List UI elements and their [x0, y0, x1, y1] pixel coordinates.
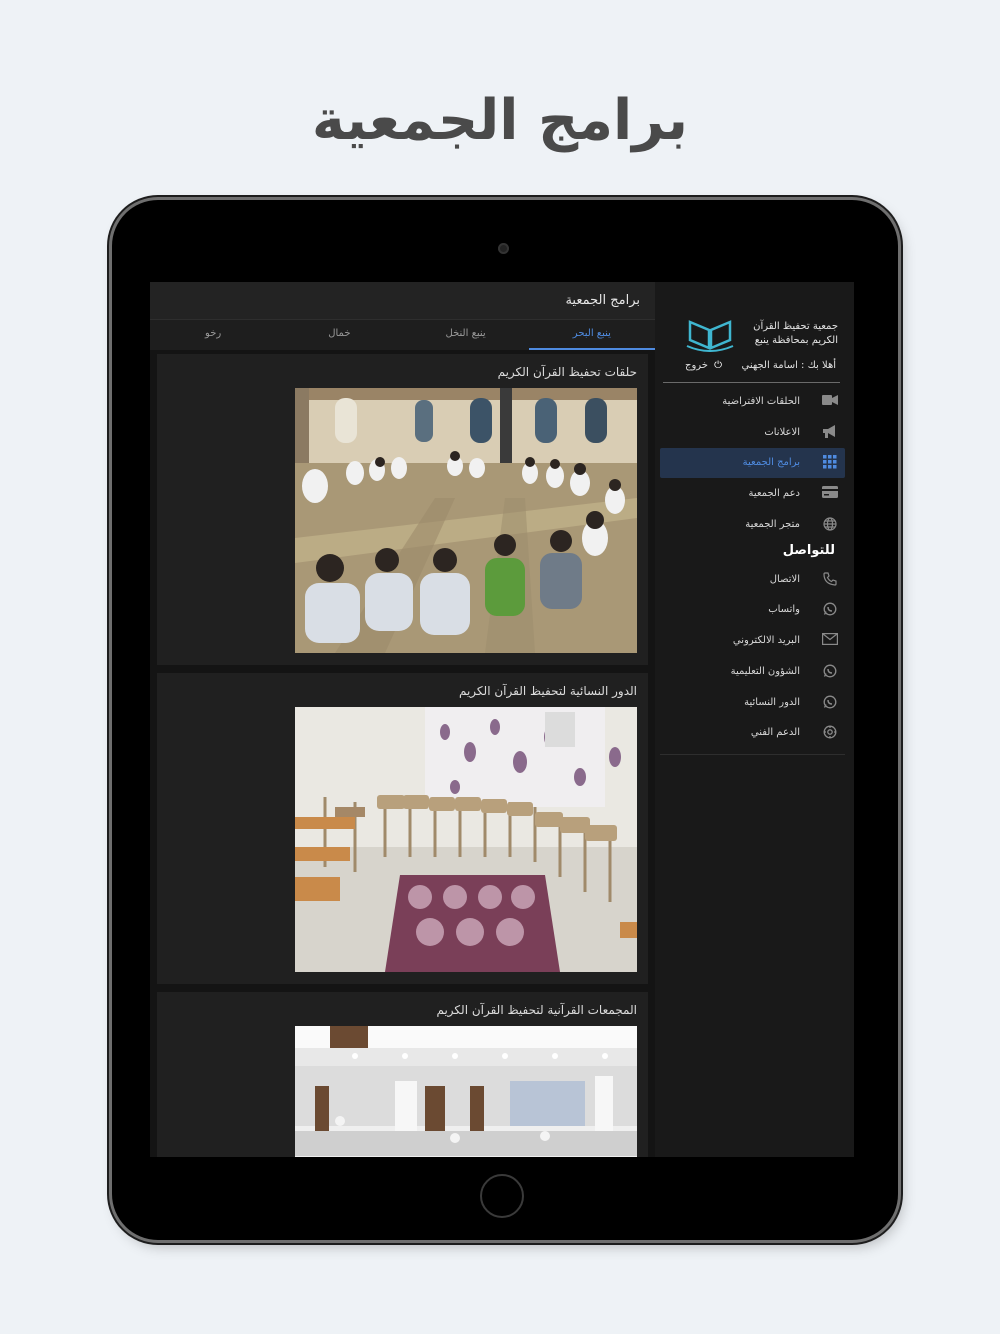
page-title: برامج الجمعية	[150, 282, 655, 320]
camera-dot	[498, 243, 509, 254]
app-screen: برامج الجمعية ينبع البحر ينبع النخل خمال…	[150, 282, 854, 1157]
sidebar-item-programs[interactable]: برامج الجمعية	[660, 448, 845, 479]
program-card[interactable]: الدور النسائية لتحفيظ القرآن الكريم	[157, 673, 648, 984]
sidebar-item-label: الدور النسائية	[744, 696, 800, 708]
megaphone-icon	[821, 424, 839, 441]
sidebar-item-label: برامج الجمعية	[742, 457, 800, 469]
tab-yanbu-bahr[interactable]: ينبع البحر	[528, 320, 655, 350]
tab-rakhw[interactable]: رخو	[150, 320, 276, 350]
globe-icon	[821, 517, 839, 533]
tab-yanbu-nakhl[interactable]: ينبع النخل	[403, 320, 529, 350]
user-row: أهلا بك : اسامة الجهني ⏻ خروج	[663, 360, 840, 383]
sidebar-item-label: البريد الالكتروني	[732, 635, 800, 647]
sidebar-item-label: الدعم الفني	[750, 727, 800, 739]
program-photo	[295, 388, 637, 653]
main-content: برامج الجمعية ينبع البحر ينبع النخل خمال…	[150, 282, 655, 1157]
program-title: المجمعات القرآنية لتحفيظ القرآن الكريم	[436, 1003, 637, 1017]
sidebar-item-label: متجر الجمعية	[745, 518, 800, 530]
phone-icon	[821, 572, 839, 588]
credit-card-icon	[821, 486, 839, 502]
sidebar-item-tech-support[interactable]: الدعم الفني	[660, 718, 845, 748]
tab-khamal[interactable]: خمال	[276, 320, 402, 350]
home-button[interactable]	[480, 1174, 524, 1218]
whatsapp-icon	[821, 602, 839, 618]
sidebar-item-label: واتساب	[768, 604, 800, 616]
program-list: حلقات تحفيظ القرآن الكريم الدور النسائية…	[150, 350, 655, 1157]
program-photo	[295, 1026, 637, 1157]
program-photo	[295, 707, 637, 972]
whatsapp-icon	[821, 664, 839, 680]
whatsapp-icon	[821, 695, 839, 711]
sidebar-item-email[interactable]: البريد الالكتروني	[660, 626, 845, 656]
program-title: حلقات تحفيظ القرآن الكريم	[497, 365, 637, 379]
sidebar-item-label: الشؤون التعليمية	[730, 665, 800, 677]
sidebar-item-call[interactable]: الاتصال	[660, 565, 845, 595]
settings-icon	[821, 725, 839, 741]
sidebar-item-announcements[interactable]: الاعلانات	[660, 418, 845, 448]
sidebar-item-education-affairs[interactable]: الشؤون التعليمية	[660, 657, 845, 687]
sidebar-item-label: الاعلانات	[764, 426, 800, 438]
greeting-text: أهلا بك : اسامة الجهني	[741, 360, 836, 371]
sidebar-item-women-houses[interactable]: الدور النسائية	[660, 688, 845, 718]
video-camera-icon	[821, 394, 839, 410]
logout-label: خروج	[685, 360, 708, 371]
mail-icon	[821, 633, 839, 649]
sidebar: جمعية تحفيظ القرآن الكريم بمحافظة ينبع أ…	[655, 282, 854, 1157]
power-icon: ⏻	[714, 360, 723, 371]
contact-section-title: للتواصل	[782, 542, 835, 558]
sidebar-item-store[interactable]: متجر الجمعية	[660, 510, 845, 540]
logout-button[interactable]: ⏻ خروج	[685, 360, 722, 371]
tablet-frame: برامج الجمعية ينبع البحر ينبع النخل خمال…	[112, 200, 898, 1240]
program-title: الدور النسائية لتحفيظ القرآن الكريم	[458, 684, 637, 698]
sidebar-item-label: الاتصال	[769, 573, 800, 585]
sidebar-item-label: دعم الجمعية	[748, 488, 800, 500]
program-card[interactable]: حلقات تحفيظ القرآن الكريم	[157, 354, 648, 665]
sidebar-item-label: الحلقات الافتراضية	[722, 396, 800, 407]
location-tabs: ينبع البحر ينبع النخل خمال رخو	[150, 320, 655, 350]
sidebar-item-whatsapp[interactable]: واتساب	[660, 595, 845, 625]
sidebar-item-support[interactable]: دعم الجمعية	[660, 479, 845, 509]
brand-name: جمعية تحفيظ القرآن الكريم بمحافظة ينبع	[753, 321, 838, 346]
sidebar-divider	[660, 754, 845, 755]
sidebar-item-virtual-circles[interactable]: الحلقات الافتراضية	[660, 387, 845, 417]
sidebar-menu: الحلقات الافتراضية الاعلانات برامج الجمع…	[660, 387, 845, 749]
grid-icon	[821, 455, 839, 471]
program-card[interactable]: المجمعات القرآنية لتحفيظ القرآن الكريم	[157, 992, 648, 1157]
page-headline: برامج الجمعية	[311, 88, 689, 153]
